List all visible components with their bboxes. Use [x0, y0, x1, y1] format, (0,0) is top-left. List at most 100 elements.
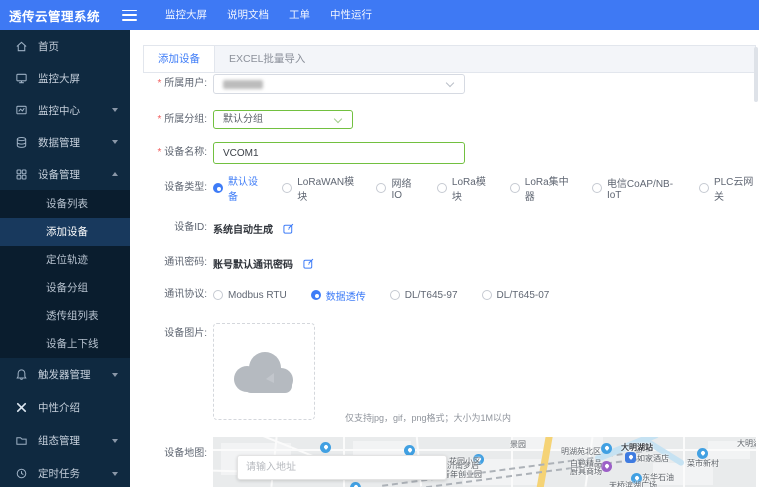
database-icon: [16, 136, 27, 148]
chevron-down-icon: [333, 114, 343, 123]
device-name-input[interactable]: [213, 142, 465, 164]
sidebar-item-device-list[interactable]: 设备列表: [0, 190, 130, 218]
chevron-down-icon: [112, 471, 118, 476]
cloud-placeholder-icon: [234, 351, 293, 393]
map-address-search-input[interactable]: [237, 455, 447, 480]
comm-password-label: 通讯密码:: [164, 257, 207, 268]
nav-item-ticket[interactable]: 工单: [279, 0, 320, 30]
config-icon: [16, 437, 27, 445]
sidebar-item-monitor-center[interactable]: 监控中心: [0, 94, 130, 126]
map-hotel-icon[interactable]: [625, 452, 636, 463]
radio-modbus-rtu[interactable]: Modbus RTU: [213, 290, 287, 301]
group-select[interactable]: 默认分组: [213, 110, 353, 129]
chevron-up-icon: [112, 172, 118, 176]
chevron-down-icon: [445, 78, 455, 88]
radio-dlt645-97[interactable]: DL/T645-97: [389, 290, 458, 301]
radio-lora-module[interactable]: LoRa模块: [436, 173, 492, 203]
device-management-submenu: 设备列表 添加设备 定位轨迹 设备分组 透传组列表 设备上下线: [0, 190, 130, 358]
sidebar-item-neutral-intro[interactable]: 中性介绍: [0, 391, 130, 424]
sidebar: 首页 监控大屏 监控中心 数据管理 设备管理 设备列表 添加设备 定位轨迹 设备…: [0, 30, 130, 487]
group-select-value: 默认分组: [223, 114, 263, 125]
sidebar-item-home[interactable]: 首页: [0, 30, 130, 62]
owner-select[interactable]: [213, 74, 465, 94]
map-pin-icon[interactable]: [601, 443, 612, 454]
sidebar-item-device-management[interactable]: 设备管理: [0, 158, 130, 190]
sidebar-item-passthrough-group-list[interactable]: 透传组列表: [0, 302, 130, 330]
nav-item-docs[interactable]: 说明文档: [217, 0, 279, 30]
sidebar-item-data-management[interactable]: 数据管理: [0, 126, 130, 158]
radio-network-io[interactable]: 网络IO: [376, 175, 418, 201]
tab-add-device[interactable]: 添加设备: [144, 46, 215, 72]
radio-dlt645-07[interactable]: DL/T645-07: [481, 290, 549, 301]
clock-icon: [16, 468, 27, 479]
hamburger-menu-icon[interactable]: [122, 9, 138, 21]
map-label: 景园: [510, 440, 526, 449]
image-format-hint: 仅支持jpg，gif，png格式；大小为1M以内: [345, 413, 512, 423]
edit-device-id-icon[interactable]: [283, 223, 294, 234]
owner-value-redacted: [223, 80, 263, 89]
sidebar-item-trigger-management[interactable]: 触发器管理: [0, 358, 130, 391]
chevron-down-icon: [112, 438, 118, 443]
screen-icon: [16, 73, 27, 83]
comm-password-value: 账号默认通讯密码: [213, 259, 293, 271]
bell-icon: [16, 369, 27, 380]
device-id-row: 系统自动生成: [213, 221, 294, 236]
tools-icon: [16, 402, 27, 413]
map-pin-purple-icon[interactable]: [601, 461, 612, 472]
tab-bar: 添加设备 EXCEL批量导入: [143, 45, 756, 73]
radio-lora-concentrator[interactable]: LoRa集中器: [509, 173, 574, 203]
edit-comm-password-icon[interactable]: [303, 258, 314, 269]
sidebar-item-add-device[interactable]: 添加设备: [0, 218, 130, 246]
device-image-label: 设备图片:: [164, 328, 207, 339]
tab-excel-import[interactable]: EXCEL批量导入: [215, 46, 319, 72]
map-label: 天桥滨湖广场: [609, 481, 657, 487]
device-map-label: 设备地图:: [164, 448, 207, 459]
map-label: 明湖苑北区: [561, 447, 601, 456]
sidebar-item-device-group[interactable]: 设备分组: [0, 274, 130, 302]
map-label-station: 大明湖站: [621, 443, 653, 452]
top-header: 透传云管理系统 监控大屏 说明文档 工单 中性运行: [0, 0, 759, 30]
radio-plc-cloud-gateway[interactable]: PLC云网关: [698, 173, 759, 203]
home-icon: [16, 41, 27, 51]
sidebar-item-configuration-management[interactable]: 组态管理: [0, 424, 130, 457]
monitor-center-icon: [16, 105, 27, 114]
scrollbar-thumb[interactable]: [754, 47, 758, 102]
chevron-down-icon: [112, 108, 118, 112]
chevron-down-icon: [112, 140, 118, 144]
sidebar-item-monitor-screen[interactable]: 监控大屏: [0, 62, 130, 94]
header-nav: 监控大屏 说明文档 工单 中性运行: [155, 0, 382, 30]
group-label: 所属分组:: [130, 110, 207, 129]
chevron-down-icon: [112, 372, 118, 377]
main-content: 添加设备 EXCEL批量导入 所属用户: 所属分组: 默认分组 设备名称: 设备…: [130, 30, 759, 487]
radio-data-passthrough[interactable]: 数据透传: [310, 288, 366, 303]
sidebar-item-scheduled-tasks[interactable]: 定时任务: [0, 457, 130, 487]
device-id-value: 系统自动生成: [213, 224, 273, 236]
map-label: 厨具商场: [570, 467, 602, 476]
device-id-label: 设备ID:: [174, 222, 207, 233]
device-image-upload[interactable]: [213, 323, 315, 420]
device-type-label: 设备类型:: [164, 182, 207, 193]
map-label: 花园小区: [449, 457, 481, 466]
radio-telecom-coap-nbiot[interactable]: 电信CoAP/NB-IoT: [591, 175, 681, 201]
map-pin-icon[interactable]: [350, 482, 361, 487]
nav-item-monitor-screen[interactable]: 监控大屏: [155, 0, 217, 30]
map-label: 青年创业园: [442, 470, 482, 479]
map-label: 大明湖: [737, 439, 756, 448]
device-map[interactable]: 景园 明湖苑北区 大明湖站 如家酒店 白鹤精品 厨具商场 菜市新村 东华石油 天…: [213, 437, 756, 487]
comm-password-row: 账号默认通讯密码: [213, 256, 314, 271]
owner-label: 所属用户:: [130, 74, 207, 94]
protocol-options: Modbus RTU 数据透传 DL/T645-97 DL/T645-07: [213, 288, 549, 303]
sidebar-item-location-track[interactable]: 定位轨迹: [0, 246, 130, 274]
radio-lorawan-module[interactable]: LoRaWAN模块: [282, 173, 358, 203]
map-pin-icon[interactable]: [320, 442, 331, 453]
radio-default-device[interactable]: 默认设备: [213, 173, 264, 203]
protocol-label: 通讯协议:: [164, 289, 207, 300]
device-name-label: 设备名称:: [130, 142, 207, 164]
sidebar-item-device-online-offline[interactable]: 设备上下线: [0, 330, 130, 358]
map-label: 菜市新村: [687, 459, 719, 468]
nav-item-neutral-run[interactable]: 中性运行: [320, 0, 382, 30]
app-title: 透传云管理系统: [9, 9, 101, 24]
map-label: 如家酒店: [637, 454, 669, 463]
device-type-options: 默认设备 LoRaWAN模块 网络IO LoRa模块 LoRa集中器 电信CoA…: [213, 177, 759, 203]
grid-icon: [16, 169, 27, 179]
